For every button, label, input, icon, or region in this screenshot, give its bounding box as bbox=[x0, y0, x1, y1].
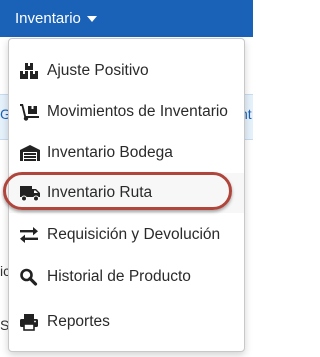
dolly-icon bbox=[19, 102, 43, 122]
menu-item-movimientos-inventario[interactable]: Movimientos de Inventario bbox=[9, 92, 244, 132]
menu-item-label: Ajuste Positivo bbox=[47, 62, 149, 79]
inventario-dropdown-menu: Ajuste Positivo Movimientos de Inventari… bbox=[8, 38, 245, 352]
menu-item-inventario-bodega[interactable]: Inventario Bodega bbox=[9, 133, 244, 173]
menu-item-label: Reportes bbox=[47, 313, 110, 330]
boxes-icon bbox=[19, 61, 43, 81]
menu-item-ajuste-positivo[interactable]: Ajuste Positivo bbox=[9, 51, 244, 91]
menu-item-requisicion-devolucion[interactable]: Requisición y Devolución bbox=[9, 215, 244, 255]
menu-item-label: Movimientos de Inventario bbox=[47, 103, 228, 120]
menu-item-reportes[interactable]: Reportes bbox=[9, 302, 244, 342]
menu-item-label: Inventario Ruta bbox=[47, 184, 153, 201]
menu-item-label: Requisición y Devolución bbox=[47, 226, 221, 243]
exchange-icon bbox=[19, 225, 43, 245]
print-icon bbox=[19, 312, 43, 332]
warehouse-icon bbox=[19, 143, 43, 163]
menu-item-label: Inventario Bodega bbox=[47, 144, 173, 161]
menu-item-label: Historial de Producto bbox=[47, 268, 191, 285]
top-navbar: Inventario bbox=[0, 0, 253, 37]
inventario-dropdown-toggle[interactable]: Inventario bbox=[15, 10, 97, 28]
truck-icon bbox=[19, 183, 43, 203]
nav-title: Inventario bbox=[15, 10, 81, 27]
caret-down-icon bbox=[86, 16, 97, 22]
menu-item-historial-producto[interactable]: Historial de Producto bbox=[9, 257, 244, 297]
search-icon bbox=[19, 267, 43, 287]
menu-item-inventario-ruta[interactable]: Inventario Ruta bbox=[9, 173, 244, 213]
